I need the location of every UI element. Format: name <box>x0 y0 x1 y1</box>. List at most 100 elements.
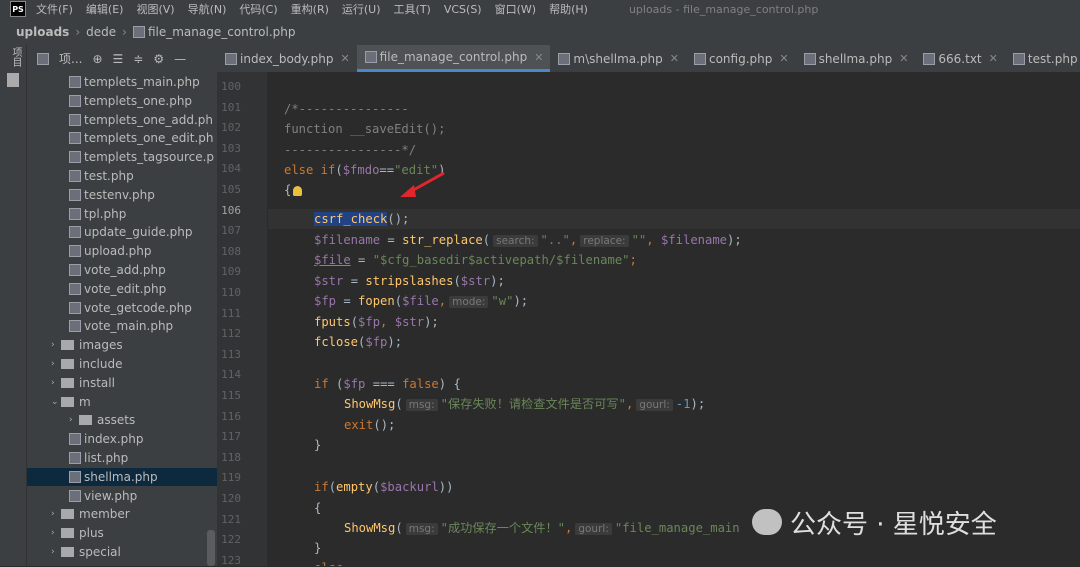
chevron-icon[interactable]: › <box>51 509 61 519</box>
breadcrumb-file[interactable]: file_manage_control.php <box>148 25 296 39</box>
tab-test[interactable]: test.php✕ <box>1005 45 1080 72</box>
breadcrumb-root[interactable]: uploads <box>16 25 69 39</box>
breadcrumb-folder[interactable]: dede <box>86 25 116 39</box>
tree-folder-item[interactable]: › include <box>27 355 217 373</box>
close-icon[interactable]: ✕ <box>989 52 998 65</box>
code-line-107: $filename = str_replace(search: "..", repl… <box>314 233 742 247</box>
tree-file-item[interactable]: vote_main.php <box>27 317 217 335</box>
code-editor[interactable]: /*--------------- function __saveEdit();… <box>268 72 1080 566</box>
menu-file[interactable]: 文件(F) <box>36 1 73 17</box>
menu-view[interactable]: 视图(V) <box>136 1 174 17</box>
chevron-icon[interactable]: › <box>51 340 61 350</box>
menu-run[interactable]: 运行(U) <box>342 1 381 17</box>
chevron-icon[interactable]: › <box>51 359 61 369</box>
lightbulb-icon[interactable] <box>293 185 303 196</box>
line-number: 113 <box>221 347 241 361</box>
folder-icon <box>61 528 74 539</box>
chevron-icon[interactable]: › <box>69 415 79 425</box>
expand-all-icon[interactable]: ☰ <box>113 52 124 66</box>
tree-item-label: test.php <box>84 169 134 183</box>
line-number: 122 <box>221 533 241 547</box>
menu-help[interactable]: 帮助(H) <box>549 1 588 17</box>
tree-folder-item[interactable]: ⌄ m <box>27 393 217 411</box>
tab-666-txt[interactable]: 666.txt ✕ <box>915 45 1004 72</box>
tab-config[interactable]: config.php ✕ <box>686 45 796 72</box>
tree-file-item[interactable]: shellma.php <box>27 467 217 486</box>
code-line-108: $file = "$cfg_basedir$activepath/$filena… <box>314 253 637 267</box>
tab-index-body[interactable]: index_body.php ✕ <box>217 45 357 72</box>
php-file-icon <box>69 489 81 502</box>
project-tool-button[interactable]: 项目 <box>8 47 23 67</box>
menu-edit[interactable]: 编辑(E) <box>86 1 124 17</box>
hide-panel-icon[interactable]: — <box>174 52 186 66</box>
line-number: 110 <box>221 286 241 299</box>
project-view-selector[interactable]: 项... <box>59 50 82 67</box>
php-file-icon <box>225 52 237 65</box>
tree-folder-item[interactable]: › images <box>27 336 217 354</box>
close-icon[interactable]: ✕ <box>899 52 908 65</box>
php-file-icon <box>803 52 816 65</box>
breadcrumb: uploads › dede › file_manage_control.php <box>0 18 1080 46</box>
tree-item-label: assets <box>97 413 136 428</box>
tree-item-label: list.php <box>84 451 129 465</box>
php-file-icon <box>69 113 81 126</box>
tree-file-item[interactable]: vote_edit.php <box>27 280 217 298</box>
tab-file-manage-control[interactable]: file_manage_control.php ✕ <box>356 45 551 72</box>
menu-refactor[interactable]: 重构(R) <box>291 1 329 17</box>
tree-file-item[interactable]: templets_tagsource.p <box>27 148 217 166</box>
tree-file-item[interactable]: vote_getcode.php <box>27 299 217 317</box>
folder-icon <box>61 340 74 351</box>
tree-item-label: templets_tagsource.p <box>84 150 215 165</box>
tree-item-label: vote_main.php <box>84 319 174 334</box>
tree-file-item[interactable]: templets_one_edit.ph <box>27 129 217 147</box>
close-icon[interactable]: ✕ <box>534 51 543 64</box>
close-icon[interactable]: ✕ <box>670 52 679 65</box>
tree-folder-item[interactable]: › install <box>27 374 217 392</box>
tree-file-item[interactable]: update_guide.php <box>27 223 217 241</box>
gear-icon[interactable]: ⚙ <box>153 52 164 66</box>
chevron-icon[interactable]: › <box>51 528 61 538</box>
locate-icon[interactable]: ⊕ <box>92 52 102 66</box>
tree-file-item[interactable]: index.php <box>27 430 217 448</box>
code-line-121: ShowMsg(msg: "成功保存一个文件！", gourl: "file_mana… <box>344 521 740 535</box>
menu-tools[interactable]: 工具(T) <box>394 1 431 17</box>
tree-folder-item[interactable]: › special <box>27 543 217 561</box>
chevron-icon[interactable]: › <box>51 378 61 388</box>
php-file-icon <box>69 301 81 314</box>
line-number-gutter[interactable]: 100 101 102 103 104 105 106 107 108 109 110 111 112 1… <box>217 72 267 567</box>
tree-file-item[interactable]: tpl.php <box>27 205 217 223</box>
tree-item-label: special <box>79 545 121 559</box>
tab-m-shellma[interactable]: m\shellma.php ✕ <box>550 45 686 72</box>
php-file-icon <box>1012 52 1025 65</box>
tree-file-item[interactable]: templets_main.php <box>27 73 217 91</box>
tree-folder-item[interactable]: › member <box>27 505 217 523</box>
chevron-icon[interactable]: › <box>51 547 61 557</box>
tree-file-item[interactable]: list.php <box>27 449 217 467</box>
tree-file-item[interactable]: vote_add.php <box>27 261 217 279</box>
chevron-icon[interactable]: ⌄ <box>51 397 61 407</box>
watermark-text: 公众号 · 星悦安全 <box>790 509 997 540</box>
collapse-all-icon[interactable]: ≑ <box>133 52 143 66</box>
tree-item-label: index.php <box>84 432 144 447</box>
tree-file-item[interactable]: view.php <box>27 487 217 505</box>
menu-vcs[interactable]: VCS(S) <box>444 3 482 16</box>
tab-label: file_manage_control.php <box>379 50 528 64</box>
tab-shellma[interactable]: shellma.php ✕ <box>796 45 916 72</box>
tree-file-item[interactable]: templets_one.php <box>27 92 217 110</box>
tree-file-item[interactable]: testenv.php <box>27 186 217 204</box>
tree-file-item[interactable]: upload.php <box>27 242 217 260</box>
project-view-icon <box>37 52 49 65</box>
menu-window[interactable]: 窗口(W) <box>495 1 536 17</box>
close-icon[interactable]: ✕ <box>779 52 788 65</box>
tree-file-item[interactable]: test.php <box>27 167 217 185</box>
tab-label: shellma.php <box>818 51 893 66</box>
tree-scrollbar[interactable] <box>207 530 215 566</box>
close-icon[interactable]: ✕ <box>340 52 349 65</box>
tree-file-item[interactable]: templets_one_add.ph <box>27 111 217 129</box>
tree-item-label: templets_one_add.ph <box>84 112 214 127</box>
menu-code[interactable]: 代码(C) <box>239 1 277 17</box>
menu-bar: PS 文件(F) 编辑(E) 视图(V) 导航(N) 代码(C) 重构(R) 运… <box>0 0 1080 18</box>
tree-folder-item[interactable]: › plus <box>27 524 217 542</box>
menu-navigate[interactable]: 导航(N) <box>188 1 227 17</box>
tree-folder-item[interactable]: › assets <box>27 411 217 429</box>
